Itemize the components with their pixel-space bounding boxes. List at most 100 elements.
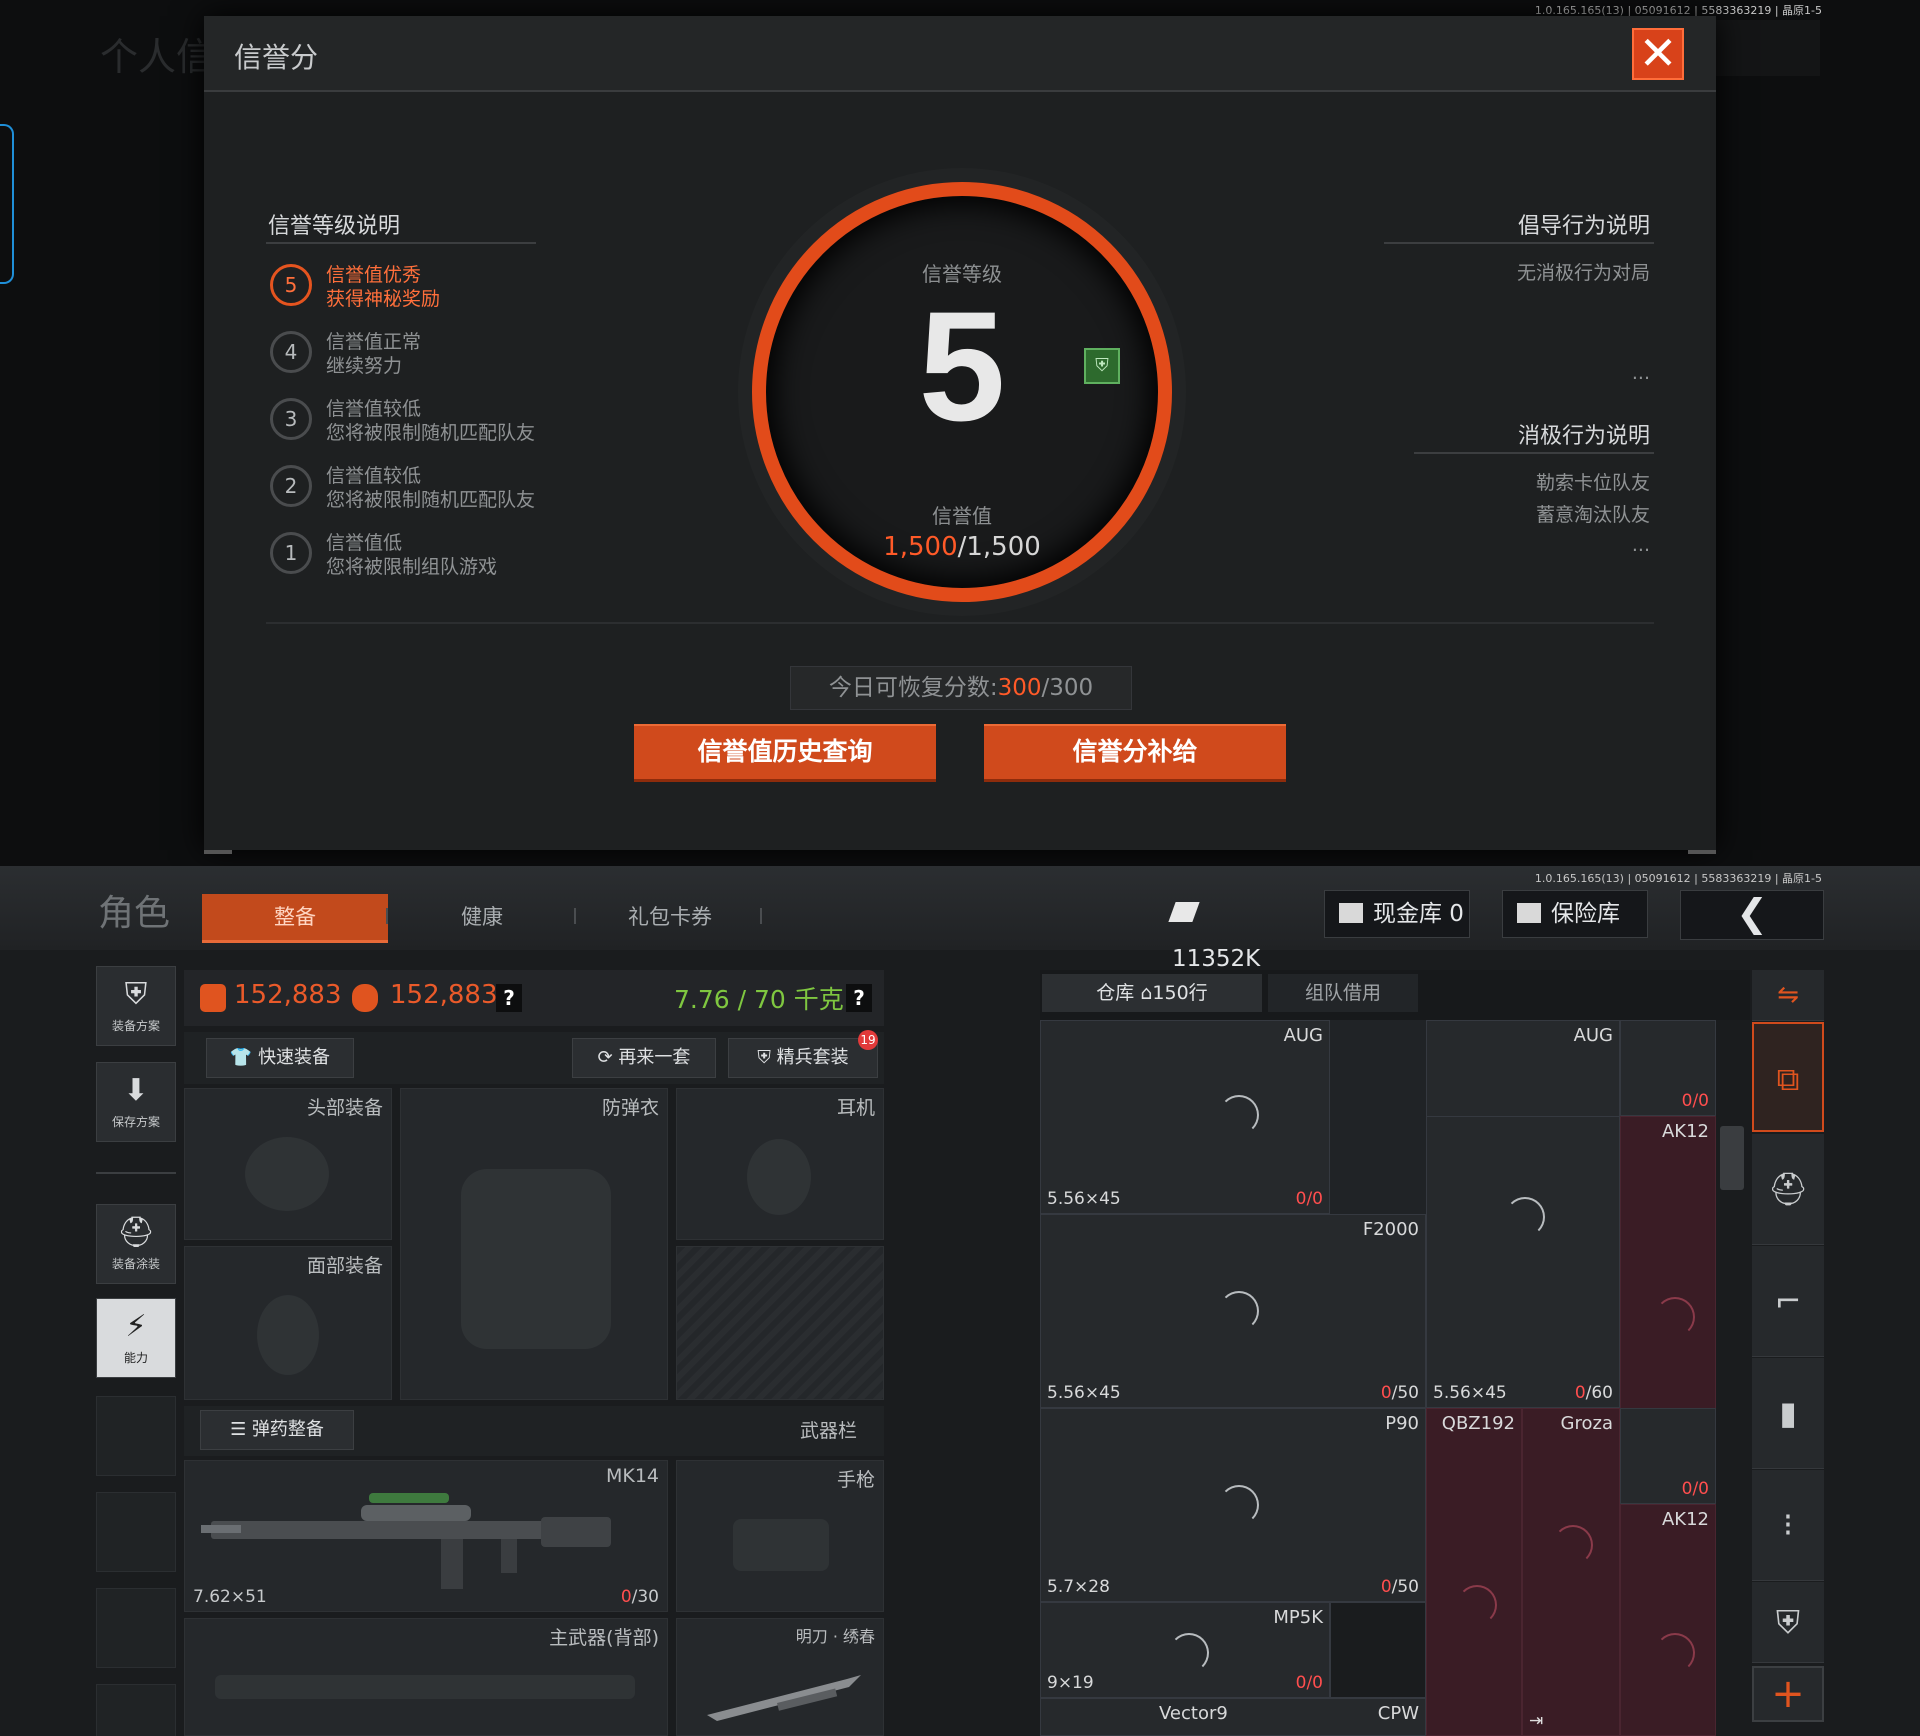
- warehouse-item[interactable]: MP5K 9×19 0/0: [1040, 1602, 1330, 1698]
- tab-separator: [386, 908, 388, 924]
- vest-slot[interactable]: 防弹衣: [400, 1088, 668, 1400]
- item-count-total: /50: [1391, 1577, 1419, 1597]
- loading-icon: [1219, 1095, 1259, 1135]
- equip-plan-button[interactable]: ⛨ 装备方案: [96, 966, 176, 1046]
- empty-side-slot[interactable]: [96, 1396, 176, 1476]
- divider: [1384, 242, 1654, 244]
- ammo-total: /30: [631, 1587, 659, 1607]
- gasmask-silhouette-icon: [257, 1295, 319, 1375]
- item-count-current: 0: [1380, 1577, 1392, 1597]
- warehouse-item[interactable]: 5.56×45 0/60: [1426, 1116, 1620, 1408]
- primary-weapon-slot[interactable]: MK14 7.62×51 0/30: [184, 1460, 668, 1612]
- save-plan-button[interactable]: ⬇ 保存方案: [96, 1062, 176, 1142]
- credit-history-button[interactable]: 信誉值历史查询: [634, 724, 936, 782]
- weight-help-icon[interactable]: ?: [846, 984, 872, 1012]
- tab-separator: [574, 908, 576, 924]
- ammo-prep-button[interactable]: ☰ 弹药整备: [200, 1410, 354, 1450]
- sort-icon[interactable]: ⇋: [1752, 970, 1824, 1021]
- download-icon: ⬇: [123, 1073, 149, 1108]
- tab-equip[interactable]: 整备: [202, 894, 388, 943]
- equip-skin-button[interactable]: ⛑ 装备涂装: [96, 1204, 176, 1284]
- category-armor-icon[interactable]: ⛨: [1752, 1582, 1824, 1663]
- category-magazine-icon[interactable]: ▮: [1752, 1358, 1824, 1469]
- vest-icon: ⛨: [124, 977, 148, 1012]
- category-ammo-icon[interactable]: ⁝: [1752, 1470, 1824, 1581]
- levels-title: 信誉等级说明: [268, 214, 401, 239]
- cash-vault-label: 现金库 0: [1373, 901, 1464, 927]
- slot-label: 手枪: [836, 1469, 875, 1491]
- tab-gift-cards[interactable]: 礼包卡券: [580, 894, 760, 940]
- weapon-ammo: 0/30: [621, 1587, 659, 1607]
- item-name: MP5K: [1273, 1607, 1323, 1628]
- guide-more[interactable]: ...: [1632, 362, 1650, 384]
- warehouse-item[interactable]: Vector9 CPW: [1040, 1698, 1426, 1736]
- close-button[interactable]: ✕: [1632, 28, 1684, 80]
- pistol-slot[interactable]: 手枪: [676, 1460, 884, 1612]
- item-name: AUG: [1283, 1025, 1323, 1046]
- slot-label: 防弹衣: [601, 1097, 659, 1119]
- warehouse-rows: 150行: [1152, 982, 1208, 1004]
- elite-set-badge: 19: [858, 1030, 878, 1050]
- back-button[interactable]: ❮: [1680, 890, 1824, 940]
- warehouse-empty-cell[interactable]: [1330, 1602, 1426, 1698]
- category-all-icon[interactable]: ⧉: [1752, 1022, 1824, 1132]
- category-helmet-icon[interactable]: ⛑: [1752, 1134, 1824, 1245]
- warehouse-item[interactable]: 0/0: [1620, 1020, 1716, 1116]
- tab-warehouse[interactable]: 仓库 ⌂150行: [1042, 974, 1262, 1012]
- level-number: 1: [270, 532, 312, 574]
- credit-value: 1,500/1,500: [766, 532, 1158, 562]
- loading-icon: [1505, 1197, 1545, 1237]
- insurance-vault-button[interactable]: 保险库: [1502, 890, 1648, 938]
- safe-icon: [1517, 903, 1541, 923]
- home-icon: ⌂: [1140, 982, 1153, 1004]
- warehouse-item[interactable]: 0/0: [1620, 1408, 1716, 1504]
- scrollbar[interactable]: [1720, 1126, 1744, 1190]
- tab-team-borrow[interactable]: 组队借用: [1268, 974, 1418, 1012]
- warehouse-grid: AUG 5.56×45 0/0 AUG 0/0 AK12 F2000 5.56×…: [1040, 1020, 1716, 1736]
- level-line1: 信誉值低: [326, 532, 403, 554]
- loading-icon: [1553, 1525, 1593, 1565]
- exit-icon: ⇥: [1529, 1711, 1544, 1731]
- elite-set-button[interactable]: ⛨ 精兵套装: [728, 1038, 878, 1078]
- level-line2: 您将被限制随机匹配队友: [326, 422, 536, 444]
- tab-health[interactable]: 健康: [392, 894, 572, 940]
- carry-weight: 7.76 / 70 千克: [674, 985, 844, 1014]
- pistol-silhouette-icon: [733, 1519, 829, 1571]
- value-help-icon[interactable]: ?: [496, 984, 522, 1012]
- item-count: 0/60: [1575, 1383, 1613, 1403]
- face-equip-slot[interactable]: 面部装备: [184, 1246, 392, 1400]
- dialog-title: 信誉分: [234, 41, 319, 74]
- cash-vault-button[interactable]: 现金库 0: [1324, 890, 1470, 938]
- warehouse-item[interactable]: AK12: [1620, 1504, 1716, 1736]
- melee-slot[interactable]: 明刀 · 绣春: [676, 1618, 884, 1736]
- warehouse-item[interactable]: P90 5.7×28 0/50: [1040, 1408, 1426, 1602]
- repeat-set-label: 再来一套: [618, 1047, 691, 1068]
- add-button[interactable]: +: [1752, 1666, 1824, 1722]
- category-gun-icon[interactable]: ⌐: [1752, 1246, 1824, 1357]
- ability-button[interactable]: ⚡ 能力: [96, 1298, 176, 1378]
- credit-supplement-button[interactable]: 信誉分补给: [984, 724, 1286, 782]
- money-icon: [1168, 902, 1200, 922]
- item-count-total: /0: [1306, 1673, 1323, 1693]
- warehouse-item[interactable]: AUG 5.56×45 0/0: [1040, 1020, 1330, 1214]
- mk14-rifle-icon: [201, 1493, 611, 1589]
- empty-side-slot[interactable]: [96, 1492, 176, 1572]
- money-value: 11352K: [1172, 946, 1261, 972]
- warehouse-item[interactable]: Groza ⇥: [1522, 1408, 1620, 1736]
- quick-equip-button[interactable]: 👕 快速装备: [206, 1038, 354, 1078]
- warehouse-item[interactable]: QBZ192: [1426, 1408, 1522, 1736]
- level-line2: 您将被限制随机匹配队友: [326, 489, 536, 511]
- warehouse-item[interactable]: F2000 5.56×45 0/50: [1040, 1214, 1426, 1408]
- level-line2: 继续努力: [326, 355, 403, 377]
- repeat-set-button[interactable]: ⟳ 再来一套: [572, 1038, 716, 1078]
- left-edge-glow: [0, 124, 14, 284]
- item-name: F2000: [1362, 1219, 1419, 1240]
- empty-side-slot[interactable]: [96, 1588, 176, 1668]
- empty-side-slot[interactable]: [96, 1684, 176, 1736]
- headset-slot[interactable]: 耳机: [676, 1088, 884, 1240]
- negative-more[interactable]: ...: [1632, 534, 1650, 556]
- back-weapon-slot[interactable]: 主武器(背部): [184, 1618, 668, 1736]
- head-equip-slot[interactable]: 头部装备: [184, 1088, 392, 1240]
- item-count: 0/50: [1381, 1383, 1419, 1403]
- equipment-stats-bar: 152,883 152,883 ? 7.76 / 70 千克 ?: [184, 970, 884, 1026]
